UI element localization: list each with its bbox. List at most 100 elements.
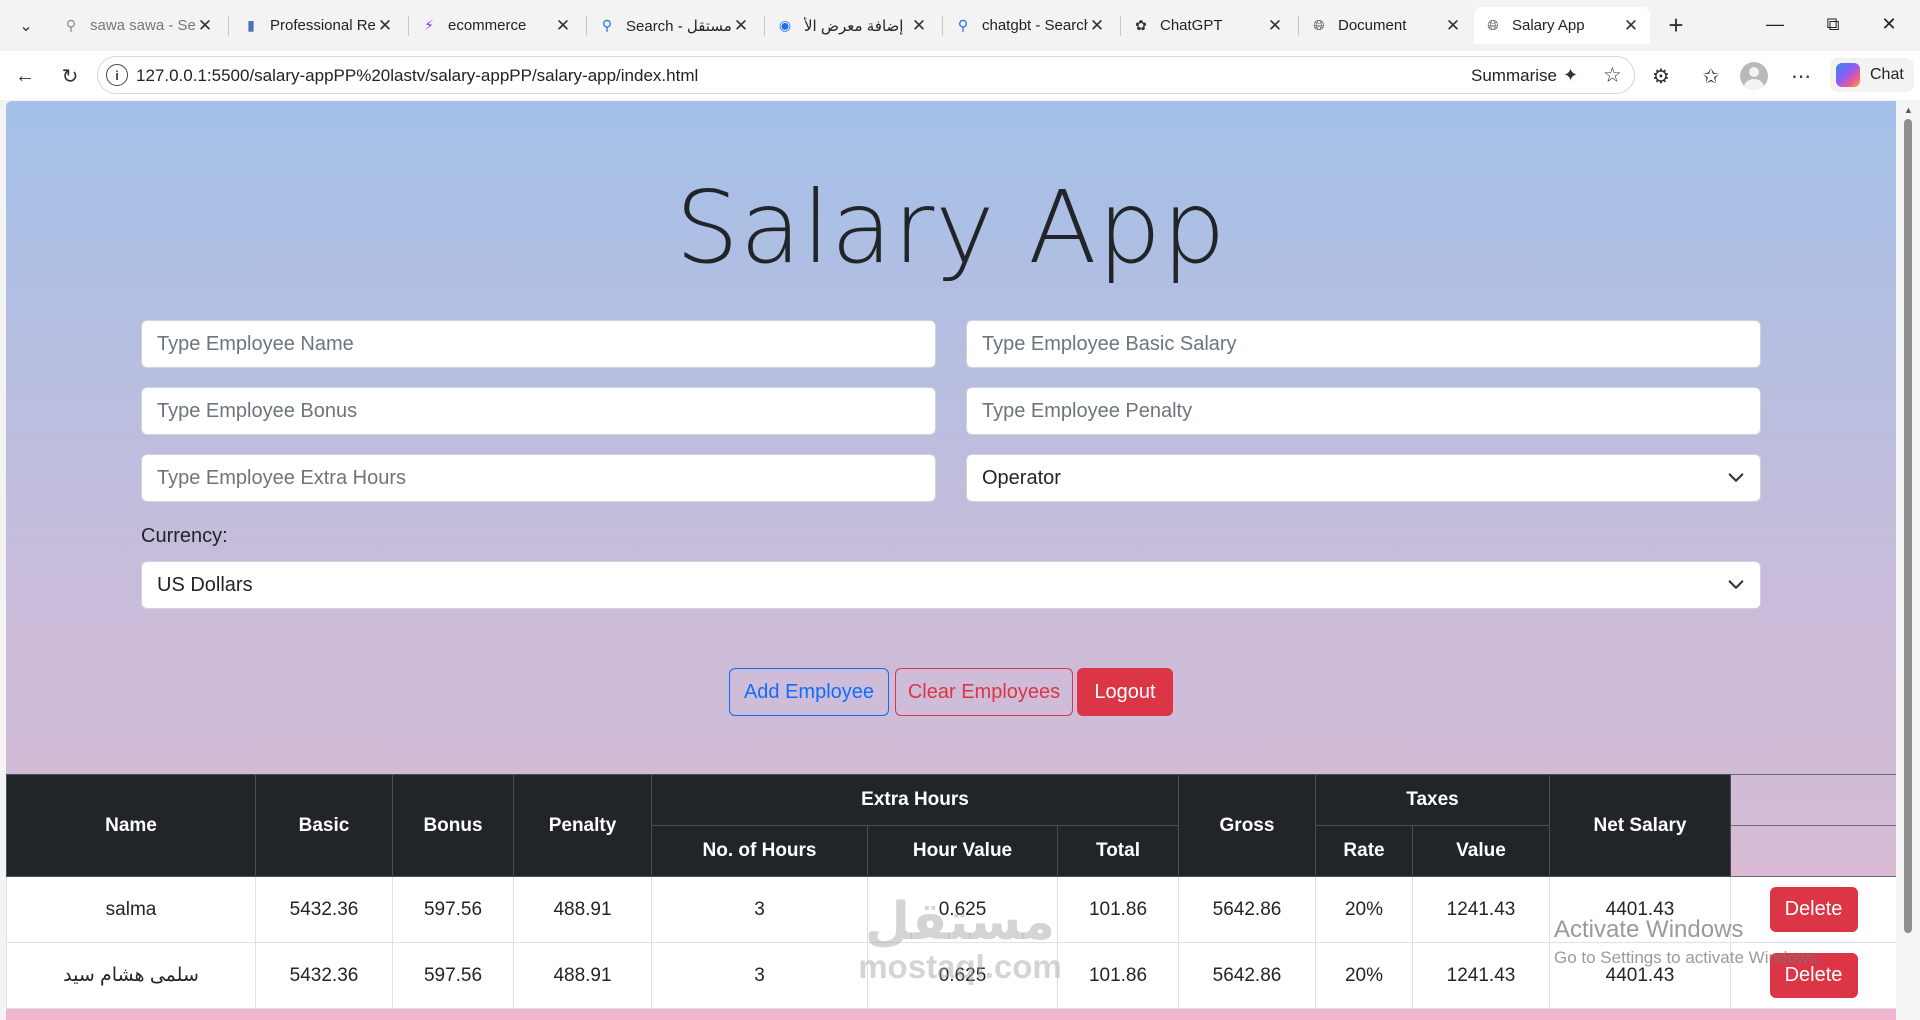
page-title: Salary App bbox=[675, 169, 1227, 286]
delete-button[interactable]: Delete bbox=[1769, 887, 1858, 932]
new-tab-plus-icon[interactable]: + bbox=[1660, 9, 1692, 41]
close-icon[interactable]: ✕ bbox=[554, 16, 572, 36]
tab-document[interactable]: 🌐︎ Document ✕ bbox=[1300, 7, 1472, 44]
close-icon[interactable]: ✕ bbox=[376, 16, 394, 36]
tab-separator bbox=[228, 16, 229, 36]
tab-title: ecommerce bbox=[448, 17, 527, 34]
close-icon[interactable]: ✕ bbox=[1088, 16, 1106, 36]
page-viewport: Salary App Operator Currency: US Dollars… bbox=[6, 101, 1896, 1020]
currency-select[interactable]: US Dollars bbox=[141, 561, 1761, 609]
search-icon: ⚲ bbox=[957, 17, 969, 33]
site-info-icon[interactable]: i bbox=[106, 64, 128, 86]
tab-chatgbt-search[interactable]: ⚲ chatgbt - Search ✕ bbox=[944, 7, 1116, 44]
chat-label: Chat bbox=[1870, 66, 1904, 83]
tab-sawa-sawa[interactable]: ⚲ sawa sawa - Sea ✕ bbox=[52, 7, 224, 44]
cell-tax-value: 1241.43 bbox=[1412, 876, 1550, 943]
close-icon[interactable]: ✕ bbox=[910, 16, 928, 36]
header-penalty: Penalty bbox=[513, 774, 652, 877]
table-row: salma 5432.36 597.56 488.91 3 0.625 101.… bbox=[6, 876, 1896, 943]
back-arrow-icon[interactable]: ← bbox=[8, 59, 42, 93]
extensions-icon[interactable]: ⚙ bbox=[1644, 59, 1678, 93]
operator-select[interactable]: Operator bbox=[966, 454, 1761, 502]
page-scrollbar[interactable]: ▲ bbox=[1896, 101, 1920, 1020]
tab-title: Salary App bbox=[1512, 17, 1585, 34]
chevron-down-icon bbox=[1728, 473, 1744, 482]
close-icon[interactable]: ✕ bbox=[1622, 16, 1640, 36]
tab-separator bbox=[942, 16, 943, 36]
scroll-up-arrow-icon[interactable]: ▲ bbox=[1904, 105, 1913, 115]
chevron-down-icon bbox=[1728, 580, 1744, 589]
cell-penalty: 488.91 bbox=[513, 942, 652, 1009]
close-icon[interactable]: ✕ bbox=[196, 16, 214, 36]
header-rate: Rate bbox=[1315, 825, 1413, 877]
add-employee-button[interactable]: Add Employee bbox=[729, 668, 889, 716]
tab-title: Document bbox=[1338, 17, 1407, 34]
header-taxes: Taxes bbox=[1315, 774, 1550, 826]
minimize-icon[interactable]: — bbox=[1752, 8, 1798, 40]
tab-title: Professional Rea bbox=[270, 17, 376, 34]
favorites-icon[interactable]: ✩ bbox=[1694, 59, 1728, 93]
penalty-input[interactable] bbox=[966, 387, 1761, 435]
tab-ecommerce[interactable]: ⚡ ecommerce ✕ bbox=[410, 7, 582, 44]
tab-bar: ⌄ ⚲ sawa sawa - Sea ✕ ▮ Professional Rea… bbox=[0, 0, 1920, 51]
window-close-icon[interactable]: ✕ bbox=[1866, 8, 1912, 40]
tab-search-mostaql[interactable]: ⚲ Search - مستقل ✕ bbox=[588, 7, 760, 44]
currency-selected-value: US Dollars bbox=[157, 573, 253, 596]
more-menu-icon[interactable]: ⋯ bbox=[1784, 59, 1818, 93]
refresh-icon[interactable]: ↻ bbox=[53, 59, 87, 93]
tab-separator bbox=[408, 16, 409, 36]
close-icon[interactable]: ✕ bbox=[1444, 16, 1462, 36]
search-icon: ⚲ bbox=[65, 17, 77, 33]
extra-hours-input[interactable] bbox=[141, 454, 936, 502]
tab-gallery[interactable]: ◉ إضافة معرض الأ ✕ bbox=[766, 7, 938, 44]
tab-separator bbox=[764, 16, 765, 36]
close-icon[interactable]: ✕ bbox=[732, 16, 750, 36]
bonus-input[interactable] bbox=[141, 387, 936, 435]
header-total: Total bbox=[1057, 825, 1179, 877]
cell-name: salma bbox=[6, 876, 256, 943]
tab-title: Search - مستقل bbox=[626, 17, 732, 35]
summarise-label[interactable]: Summarise bbox=[1471, 66, 1557, 86]
header-bonus: Bonus bbox=[392, 774, 514, 877]
header-hour-value: Hour Value bbox=[867, 825, 1058, 877]
cell-basic: 5432.36 bbox=[255, 876, 393, 943]
header-basic: Basic bbox=[255, 774, 393, 877]
clear-employees-button[interactable]: Clear Employees bbox=[895, 668, 1073, 716]
circle-icon: ◉ bbox=[778, 17, 792, 33]
tab-list-chevron-icon[interactable]: ⌄ bbox=[10, 10, 42, 42]
tab-separator bbox=[1298, 16, 1299, 36]
profile-avatar[interactable] bbox=[1740, 62, 1768, 90]
cell-name: سلمى هشام سيد bbox=[6, 942, 256, 1009]
employee-name-input[interactable] bbox=[141, 320, 936, 368]
restore-icon[interactable]: ⧉ bbox=[1810, 8, 1856, 40]
close-icon[interactable]: ✕ bbox=[1266, 16, 1284, 36]
address-bar[interactable]: i 127.0.0.1:5500/salary-appPP%20lastv/sa… bbox=[97, 56, 1635, 94]
header-action-blank bbox=[1730, 825, 1896, 877]
summarise-icon[interactable]: ✦ bbox=[1563, 65, 1578, 86]
cell-gross: 5642.86 bbox=[1178, 942, 1316, 1009]
logout-button[interactable]: Logout bbox=[1077, 668, 1173, 716]
employees-table: Name Basic Bonus Penalty Extra Hours Gro… bbox=[6, 774, 1896, 1009]
table-row: سلمى هشام سيد 5432.36 597.56 488.91 3 0.… bbox=[6, 942, 1896, 1009]
cell-total: 101.86 bbox=[1057, 942, 1179, 1009]
scrollbar-thumb[interactable] bbox=[1904, 119, 1912, 933]
favorite-star-icon[interactable]: ☆ bbox=[1603, 63, 1622, 88]
header-extra-hours: Extra Hours bbox=[651, 774, 1179, 826]
copilot-chat-button[interactable]: Chat bbox=[1830, 58, 1914, 92]
cell-net-salary: 4401.43 bbox=[1549, 942, 1731, 1009]
cell-tax-value: 1241.43 bbox=[1412, 942, 1550, 1009]
tab-professional[interactable]: ▮ Professional Rea ✕ bbox=[232, 7, 404, 44]
openai-icon: ✿ bbox=[1135, 17, 1147, 33]
url-text[interactable]: 127.0.0.1:5500/salary-appPP%20lastv/sala… bbox=[136, 66, 698, 86]
copilot-icon bbox=[1836, 63, 1860, 87]
tab-salary-app[interactable]: 🌐︎ Salary App ✕ bbox=[1474, 7, 1650, 44]
bolt-icon: ⚡ bbox=[424, 17, 434, 33]
globe-icon: 🌐︎ bbox=[1313, 17, 1325, 33]
basic-salary-input[interactable] bbox=[966, 320, 1761, 368]
cell-penalty: 488.91 bbox=[513, 876, 652, 943]
document-icon: ▮ bbox=[247, 17, 255, 33]
browser-toolbar: ← ↻ i 127.0.0.1:5500/salary-appPP%20last… bbox=[0, 51, 1920, 100]
cell-action: Delete bbox=[1730, 942, 1896, 1009]
tab-chatgpt[interactable]: ✿ ChatGPT ✕ bbox=[1122, 7, 1294, 44]
delete-button[interactable]: Delete bbox=[1769, 953, 1858, 998]
